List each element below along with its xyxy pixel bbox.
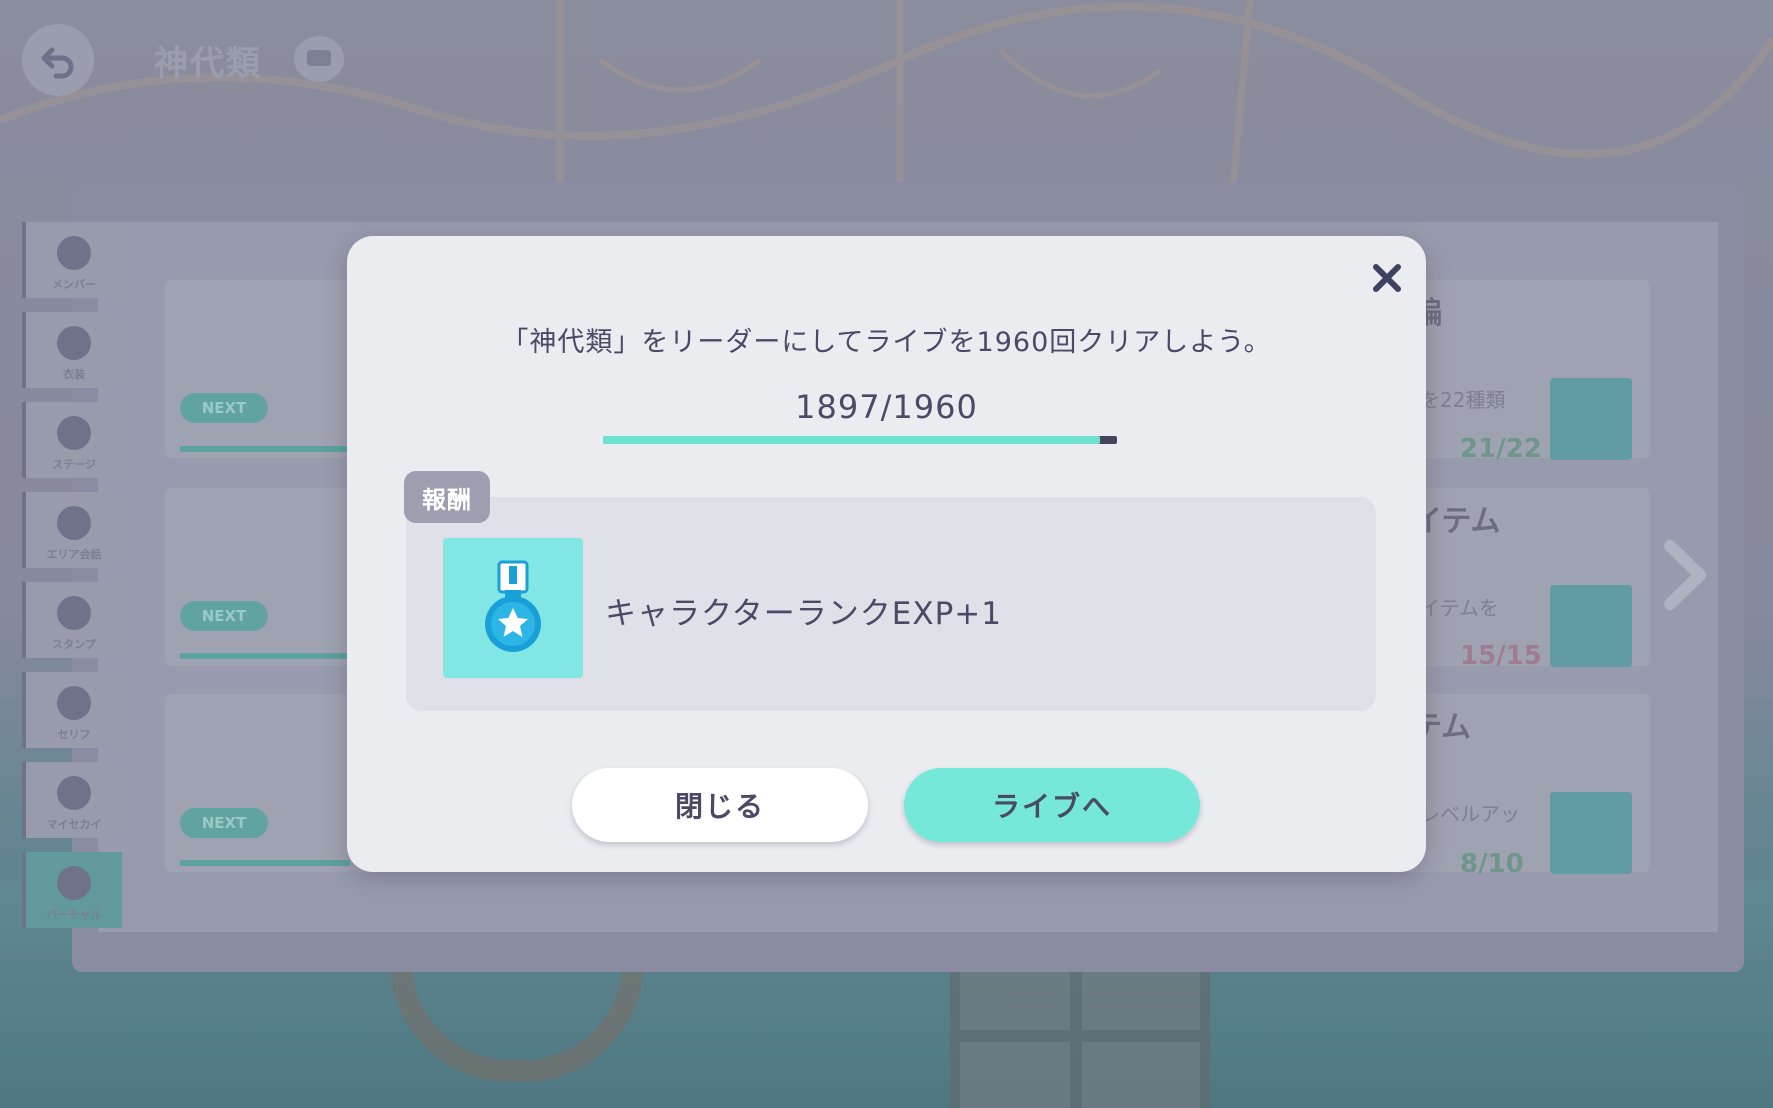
progress-bar [603,436,1117,444]
medal-icon [485,560,541,652]
reward-label: キャラクターランクEXP+1 [605,596,1002,632]
progress-count: 1897/1960 [795,388,978,426]
close-icon[interactable] [1365,256,1409,300]
go-to-live-button[interactable]: ライブへ [904,768,1200,842]
mission-description: 「神代類」をリーダーにしてライブを1960回クリアしよう。 [501,327,1272,358]
reward-tag: 報酬 [404,471,490,523]
mission-detail-dialog: 「神代類」をリーダーにしてライブを1960回クリアしよう。 1897/1960 … [347,236,1426,872]
progress-bar-fill [603,436,1101,444]
reward-item [443,538,583,678]
close-button[interactable]: 閉じる [572,768,868,842]
